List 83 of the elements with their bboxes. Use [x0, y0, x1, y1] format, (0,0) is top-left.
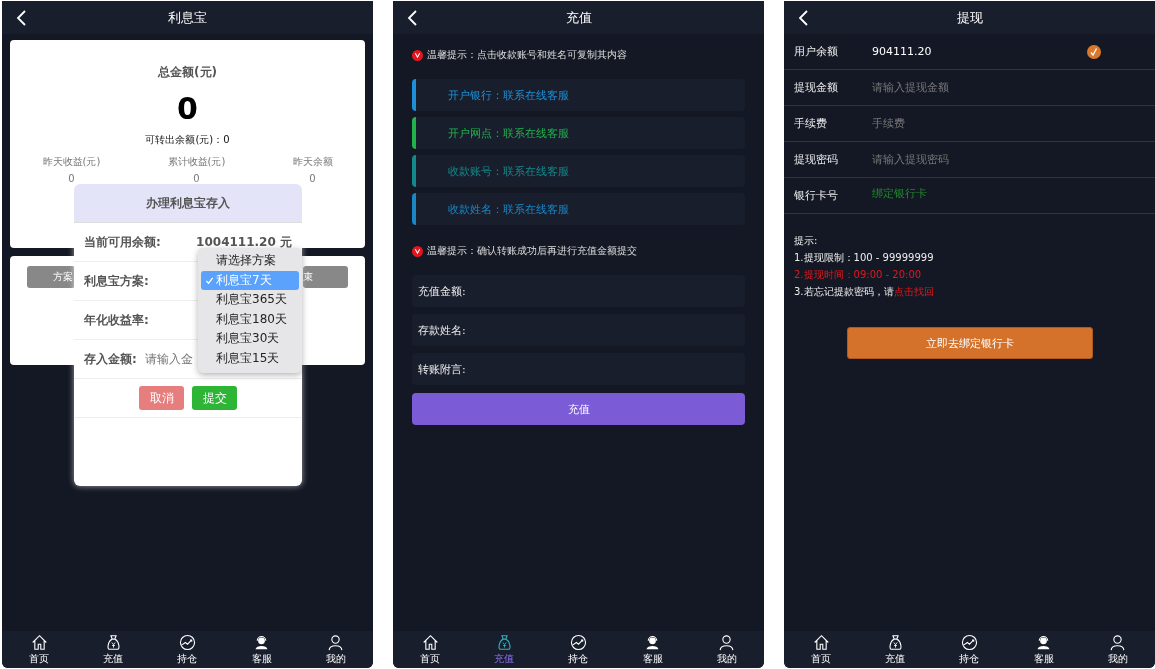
user-icon — [327, 633, 345, 651]
transferable-balance: 可转出余额(元)：0 — [145, 133, 230, 147]
form-label: 利息宝方案: — [84, 272, 149, 290]
page-title: 利息宝 — [168, 8, 207, 27]
user-icon — [718, 633, 736, 651]
dropdown-option[interactable]: 利息宝365天 — [201, 290, 299, 310]
home-icon — [30, 633, 48, 651]
tip-text: 2.提现时间：09:00 - 20:00 — [794, 268, 923, 282]
row-label: 用户余额 — [794, 44, 839, 59]
dropdown-option[interactable]: 请选择方案 — [201, 251, 299, 271]
home-icon — [421, 633, 439, 651]
money-bag-icon — [495, 633, 513, 651]
stat-value: 0 — [68, 173, 75, 184]
tab-item[interactable]: 首页 — [405, 633, 456, 666]
row-label: 提现密码 — [794, 152, 839, 167]
input-field[interactable]: 转账附言: — [412, 353, 745, 385]
input-field[interactable]: 请输入提现金额 — [872, 81, 1072, 94]
total-amount: 0 — [177, 91, 198, 127]
tip-text: 温馨提示：点击收款账号和姓名可复制其内容 — [427, 48, 627, 62]
tab-item[interactable]: 持仓 — [944, 633, 995, 666]
user-icon — [1109, 633, 1127, 651]
tips-title: 提示: — [794, 234, 819, 248]
bind-card-link[interactable]: 绑定银行卡 — [872, 186, 927, 201]
money-bag-icon — [886, 633, 904, 651]
tab-item[interactable]: 客服 — [627, 633, 678, 666]
input-field[interactable]: 充值金额: — [412, 275, 745, 307]
input-field[interactable]: 请输入提现密码 — [872, 153, 1072, 166]
tab-item[interactable]: 客服 — [1018, 633, 1069, 666]
tab-item[interactable]: 充值 — [479, 633, 530, 666]
stat-value: 0 — [309, 173, 316, 184]
account-info[interactable]: 开户网点：联系在线客服 — [412, 117, 745, 149]
row-label: 手续费 — [794, 116, 828, 131]
stat-label: 昨天余额 — [292, 155, 333, 169]
input-field[interactable]: 手续费 — [872, 117, 1072, 130]
back-icon[interactable] — [798, 10, 810, 26]
recover-link[interactable]: 点击找回 — [893, 285, 934, 299]
tab-item[interactable]: 我的 — [1092, 633, 1143, 666]
tab-item[interactable]: 持仓 — [162, 633, 213, 666]
tab-item[interactable]: 我的 — [701, 633, 752, 666]
account-info[interactable]: 收款账号：联系在线客服 — [412, 155, 745, 187]
tip-text: 1.提现限制：100 - 99999999 — [794, 251, 935, 265]
chart-icon — [960, 633, 978, 651]
balance-value: 1004111.20 元 — [196, 233, 292, 251]
dropdown-option[interactable]: 利息宝180天 — [201, 309, 299, 329]
stat-label: 累计收益(元) — [167, 155, 226, 169]
input-field[interactable]: 存款姓名: — [412, 314, 745, 346]
tab-item[interactable]: 我的 — [310, 633, 361, 666]
dialog-title: 办理利息宝存入 — [74, 184, 302, 223]
page-title: 提现 — [956, 8, 983, 27]
balance-value: 904111.20 — [872, 45, 932, 58]
chart-icon — [178, 633, 196, 651]
home-icon — [812, 633, 830, 651]
tab-item[interactable]: 充值 — [870, 633, 921, 666]
row-label: 银行卡号 — [794, 188, 839, 203]
back-icon[interactable] — [16, 10, 28, 26]
tab-item[interactable]: 首页 — [14, 633, 65, 666]
warning-icon — [412, 49, 423, 61]
form-label: 年化收益率: — [84, 311, 149, 329]
warning-icon — [412, 245, 423, 257]
plan-button[interactable]: 束 — [303, 266, 348, 288]
account-info[interactable]: 收款姓名：联系在线客服 — [412, 193, 745, 225]
back-icon[interactable] — [407, 10, 419, 26]
money-bag-icon — [104, 633, 122, 651]
page-title: 充值 — [565, 8, 592, 27]
tip-text: 3.若忘记提款密码，请 — [794, 285, 894, 299]
total-label: 总金额(元) — [158, 64, 217, 81]
form-label: 当前可用余额: — [84, 233, 161, 251]
recharge-button[interactable]: 充值 — [412, 393, 745, 425]
dropdown-option[interactable]: 利息宝30天 — [201, 329, 299, 349]
stat-label: 昨天收益(元) — [42, 155, 101, 169]
tab-item[interactable]: 客服 — [236, 633, 287, 666]
account-info[interactable]: 开户银行：联系在线客服 — [412, 79, 745, 111]
row-label: 提现金额 — [794, 80, 839, 95]
form-label: 存入金额: — [84, 350, 137, 368]
tab-item[interactable]: 持仓 — [553, 633, 604, 666]
tab-item[interactable]: 充值 — [88, 633, 139, 666]
check-icon — [1086, 44, 1101, 59]
tip-text: 温馨提示：确认转账成功后再进行充值金额提交 — [427, 244, 637, 258]
chart-icon — [569, 633, 587, 651]
check-icon — [205, 275, 214, 285]
stat-value: 0 — [193, 173, 200, 184]
tab-item[interactable]: 首页 — [796, 633, 847, 666]
plan-button[interactable]: 方案 — [27, 266, 75, 288]
